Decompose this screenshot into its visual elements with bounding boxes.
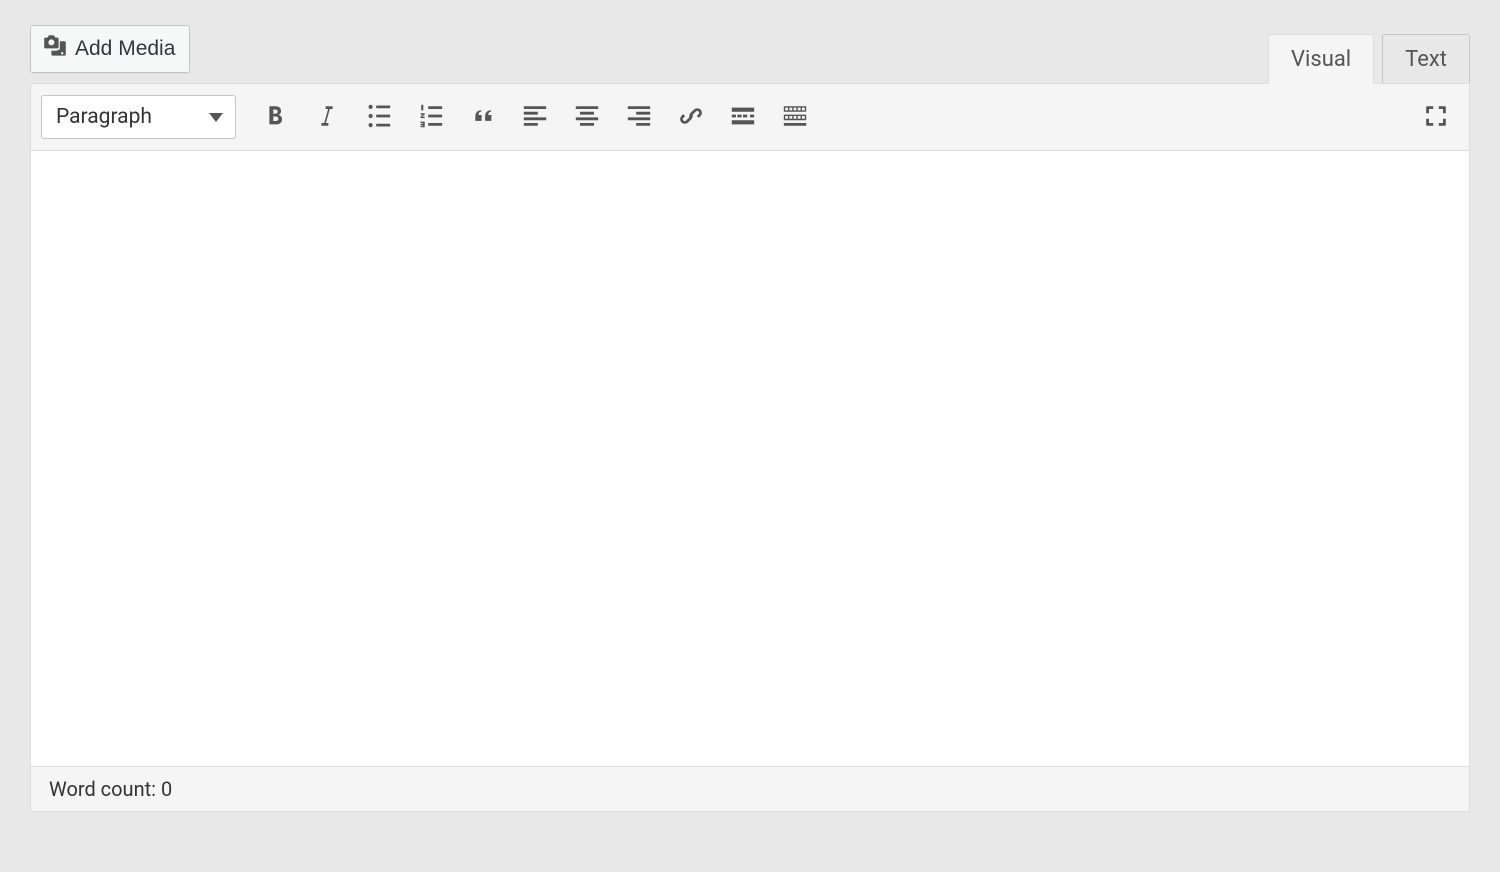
italic-button[interactable] — [304, 94, 350, 140]
align-left-icon — [521, 102, 549, 133]
top-row: Add Media Visual Text — [30, 25, 1470, 83]
word-count-value: 0 — [161, 777, 172, 801]
blockquote-icon — [469, 102, 497, 133]
word-count-label: Word count: — [49, 777, 161, 801]
numbered-list-button[interactable] — [408, 94, 454, 140]
fullscreen-button[interactable] — [1413, 94, 1459, 140]
align-right-button[interactable] — [616, 94, 662, 140]
media-icon — [43, 34, 67, 64]
blockquote-button[interactable] — [460, 94, 506, 140]
bold-icon — [261, 102, 289, 133]
editor-tabs: Visual Text — [1268, 34, 1470, 83]
add-media-button[interactable]: Add Media — [30, 25, 190, 73]
read-more-button[interactable] — [720, 94, 766, 140]
tab-text-label: Text — [1405, 47, 1447, 72]
align-center-button[interactable] — [564, 94, 610, 140]
link-icon — [677, 102, 705, 133]
tab-visual-label: Visual — [1291, 47, 1351, 72]
add-media-label: Add Media — [75, 37, 175, 61]
fullscreen-icon — [1422, 102, 1450, 133]
editor-toolbar: Paragraph — [31, 84, 1469, 151]
toolbar-toggle-button[interactable] — [772, 94, 818, 140]
bold-button[interactable] — [252, 94, 298, 140]
status-bar: Word count: 0 — [31, 766, 1469, 811]
editor-content[interactable] — [31, 151, 1469, 766]
read-more-icon — [729, 102, 757, 133]
numbered-list-icon — [417, 102, 445, 133]
chevron-down-icon — [209, 113, 223, 122]
editor-wrapper: Add Media Visual Text Paragraph — [30, 25, 1470, 812]
editor-container: Paragraph — [30, 83, 1470, 812]
align-center-icon — [573, 102, 601, 133]
tab-text[interactable]: Text — [1382, 34, 1470, 84]
format-dropdown[interactable]: Paragraph — [41, 95, 236, 139]
toolbar-toggle-icon — [781, 102, 809, 133]
align-right-icon — [625, 102, 653, 133]
insert-link-button[interactable] — [668, 94, 714, 140]
align-left-button[interactable] — [512, 94, 558, 140]
bullet-list-icon — [365, 102, 393, 133]
bullet-list-button[interactable] — [356, 94, 402, 140]
tab-visual[interactable]: Visual — [1268, 34, 1374, 84]
format-dropdown-label: Paragraph — [56, 105, 152, 129]
italic-icon — [313, 102, 341, 133]
